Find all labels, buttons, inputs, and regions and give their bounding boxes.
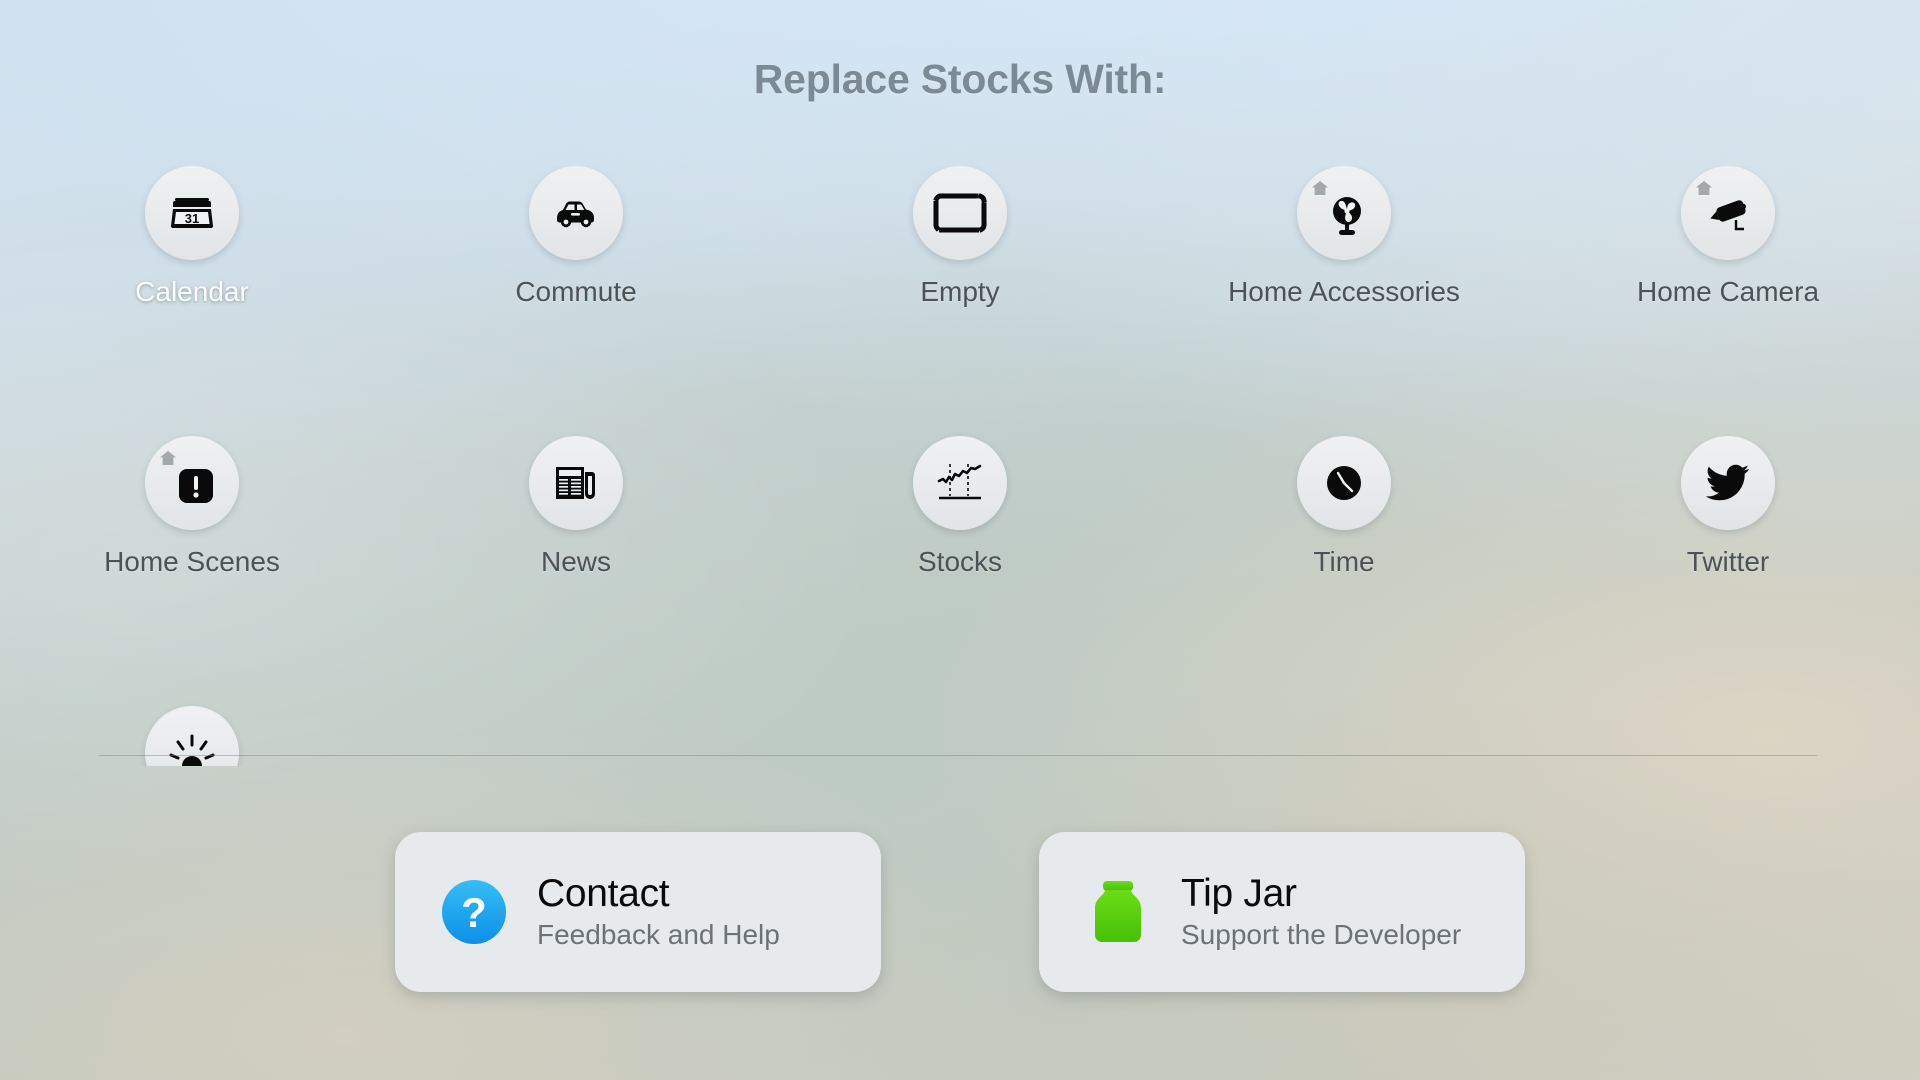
grid-item-twitter[interactable]: Twitter — [1536, 436, 1920, 706]
action-card-row: ? Contact Feedback and Help Tip Jar Supp… — [0, 832, 1920, 992]
contact-card-text: Contact Feedback and Help — [537, 871, 780, 951]
jar-icon — [1083, 877, 1153, 947]
grid-item-label: Calendar — [135, 276, 249, 307]
grid-item-stocks[interactable]: Stocks — [768, 436, 1152, 706]
grid-item-time[interactable]: Time — [1152, 436, 1536, 706]
house-badge-icon — [1695, 180, 1713, 196]
grid-item-label: Home Camera — [1636, 276, 1820, 307]
exclamation-square-icon[interactable] — [145, 436, 239, 530]
grid-item-label: Stocks — [917, 546, 1003, 577]
house-badge-icon — [159, 450, 177, 466]
calendar-icon[interactable]: 31 — [145, 166, 239, 260]
house-badge-icon — [1311, 180, 1329, 196]
grid-item-news[interactable]: News — [384, 436, 768, 706]
icon-grid-row: Home Scenes News Stocks Time Twitter — [0, 436, 1920, 706]
grid-item-label: Commute — [515, 276, 637, 307]
question-mark-circle-icon: ? — [439, 877, 509, 947]
tip-jar-card[interactable]: Tip Jar Support the Developer — [1039, 832, 1525, 992]
svg-text:31: 31 — [185, 211, 199, 226]
tip-jar-card-text: Tip Jar Support the Developer — [1181, 871, 1462, 951]
contact-card-subtitle: Feedback and Help — [537, 919, 780, 951]
grid-item-label: News — [540, 546, 611, 577]
grid-item-label: Time — [1313, 546, 1375, 577]
tip-jar-card-title: Tip Jar — [1181, 871, 1297, 915]
icon-grid: 31 Calendar Commute Empty Home Accessori… — [0, 166, 1920, 766]
grid-item-sunrise[interactable] — [0, 706, 384, 766]
icon-grid-row — [0, 706, 1920, 766]
clock-icon[interactable] — [1297, 436, 1391, 530]
grid-item-label: Empty — [920, 276, 1000, 307]
grid-item-empty[interactable]: Empty — [768, 166, 1152, 436]
car-icon[interactable] — [529, 166, 623, 260]
grid-item-home-accessories[interactable]: Home Accessories — [1152, 166, 1536, 436]
grid-item-label: Twitter — [1686, 546, 1770, 577]
question-mark-glyph: ? — [461, 889, 487, 936]
grid-item-home-camera[interactable]: Home Camera — [1536, 166, 1920, 436]
stock-chart-icon[interactable] — [913, 436, 1007, 530]
grid-item-home-scenes[interactable]: Home Scenes — [0, 436, 384, 706]
grid-item-label: Home Accessories — [1228, 276, 1460, 307]
contact-card[interactable]: ? Contact Feedback and Help — [395, 832, 881, 992]
twitter-bird-icon[interactable] — [1681, 436, 1775, 530]
dashed-rectangle-icon[interactable] — [913, 166, 1007, 260]
grid-item-commute[interactable]: Commute — [384, 166, 768, 436]
section-divider — [99, 755, 1817, 756]
grid-item-label: Home Scenes — [104, 546, 280, 577]
contact-card-title: Contact — [537, 871, 670, 915]
page-title: Replace Stocks With: — [753, 56, 1167, 102]
newspaper-icon[interactable] — [529, 436, 623, 530]
sunrise-icon[interactable] — [145, 706, 239, 766]
icon-grid-row: 31 Calendar Commute Empty Home Accessori… — [0, 166, 1920, 436]
grid-item-calendar[interactable]: 31 Calendar — [0, 166, 384, 436]
security-camera-icon[interactable] — [1681, 166, 1775, 260]
tip-jar-card-subtitle: Support the Developer — [1181, 919, 1462, 951]
fan-icon[interactable] — [1297, 166, 1391, 260]
